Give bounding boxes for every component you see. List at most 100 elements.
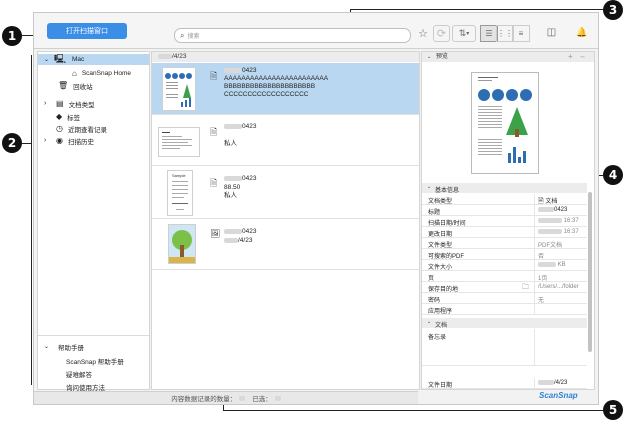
list-item-selected[interactable]: 🗎 0423 AAAAAAAAAAAAAAAAAAAAAAAA BBBBBBBB…	[152, 63, 419, 115]
callout-5: 5	[603, 400, 623, 420]
sidebar-item-label: Mac	[72, 56, 85, 63]
sidebar-item-history[interactable]: › ◉ 扫描历史	[38, 135, 94, 146]
property-value: /Users/.../folder	[538, 284, 579, 290]
sidebar-item-doc-type[interactable]: › ▤ 文档类型	[38, 98, 95, 109]
redacted-text	[274, 395, 281, 401]
memo-field[interactable]: 备忘录	[422, 329, 587, 366]
property-key: 应用程序	[428, 309, 453, 315]
sidebar-item-trash[interactable]: 🗑 回收站	[58, 80, 93, 91]
property-value: 无	[538, 298, 545, 304]
column-divider	[534, 205, 535, 215]
column-divider	[534, 249, 535, 259]
search-field[interactable]: ⌕ 搜索	[174, 28, 411, 43]
property-row-password: 密码 无	[422, 293, 587, 304]
details-panel: ⌄ 预览 + ↔ ⌄ 基本信息 文档类型 🗎 文档 标题 0423 扫描日期/时…	[421, 51, 595, 390]
pdf-file-icon: 🗎	[210, 178, 218, 188]
list-item[interactable]: 🖼 0423 /4/23	[152, 219, 419, 270]
list-item[interactable]: 🗎 0423 私人	[152, 115, 419, 166]
thumbnail-graphic	[162, 132, 192, 149]
sidebar-item-mac[interactable]: ⌄ 🖳 Mac	[38, 54, 149, 65]
preview-page[interactable]	[471, 72, 539, 174]
property-row-pages: 页 1页	[422, 271, 587, 282]
column-divider	[534, 216, 535, 226]
document-section-header[interactable]: ⌄ 文档	[422, 318, 587, 329]
column-divider	[534, 194, 535, 204]
expand-icon[interactable]: ↔	[579, 52, 586, 62]
sync-icon[interactable]: ⟳	[433, 25, 450, 42]
panel-scrollbar[interactable]	[588, 192, 592, 352]
notification-bell-icon[interactable]: 🔔	[575, 25, 589, 40]
column-divider	[534, 271, 535, 281]
property-value[interactable]: 0423	[538, 207, 567, 213]
column-divider	[534, 304, 535, 314]
chevron-down-icon[interactable]: ⌄	[427, 54, 431, 60]
document-section-label: 文档	[435, 323, 448, 329]
basic-info-header[interactable]: ⌄ 基本信息	[422, 183, 587, 194]
preview-pane-toggle-icon[interactable]: ◫	[544, 25, 559, 40]
photo-thumbnail[interactable]	[168, 224, 196, 264]
property-key: 更改日期	[428, 232, 453, 238]
callout-3: 3	[603, 0, 623, 20]
redacted-text	[538, 262, 556, 267]
open-scan-window-button[interactable]: 打开扫描窗口	[47, 23, 127, 39]
sidebar-item-help-manual[interactable]: ⌄ 帮助手册	[38, 341, 84, 352]
scansnap-home-window: 打开扫描窗口 ⌕ 搜索 ☆ ⟳ ⇅ ▾ ☰ ⋮⋮ ≡ ◫ 🔔 ⌄ 🖳 Mac ⌂ …	[33, 12, 599, 405]
chevron-down-icon: ▾	[466, 31, 470, 37]
sort-dropdown[interactable]: ⇅ ▾	[452, 25, 476, 42]
document-thumbnail[interactable]: Sample	[167, 170, 193, 216]
help-link-troubleshooting[interactable]: 疑难解答	[66, 368, 92, 379]
help-link-manual[interactable]: ScanSnap 帮助手册	[66, 355, 124, 366]
home-icon: ⌂	[72, 69, 77, 78]
list-date-header: /4/23	[152, 52, 419, 62]
tag-icon: ◆	[56, 112, 63, 121]
list-item[interactable]: Sample 🗎 0423 88.50 私人	[152, 166, 419, 219]
sidebar-item-label: 文档类型	[68, 101, 95, 109]
chevron-down-icon: ⌄	[427, 184, 432, 190]
record-count-label: 内容数据记录的数量：	[171, 396, 237, 403]
document-title: 0423	[224, 123, 256, 131]
document-thumbnail[interactable]	[158, 127, 200, 157]
sidebar-item-label: ScanSnap Home	[81, 70, 131, 77]
search-placeholder: 搜索	[187, 34, 200, 40]
chevron-down-icon[interactable]: ⌄	[44, 56, 54, 63]
chevron-down-icon[interactable]: ⌄	[44, 343, 58, 350]
sidebar-item-label: 扫描历史	[67, 138, 94, 146]
sort-icon: ⇅	[458, 28, 467, 38]
document-type-icon: ▤	[56, 99, 64, 108]
content-list: /4/23 🗎 0423 AAAAAAAAAAAAAAAAAAAAAAAA BB…	[151, 51, 420, 390]
redacted-text	[158, 53, 172, 59]
document-tag: 私人	[224, 192, 237, 199]
property-row-searchable-pdf: 可搜索的PDF 否	[422, 249, 587, 260]
preview-graphic	[478, 77, 532, 163]
column-divider	[534, 260, 535, 270]
callout-2: 2	[2, 133, 22, 153]
property-value[interactable]: /4/23	[538, 380, 567, 386]
thumbnail-graphic	[165, 73, 192, 107]
sidebar-item-tags[interactable]: ◆ 标签	[56, 111, 80, 122]
sidebar-item-recent[interactable]: ◷ 近期查看记录	[56, 123, 107, 134]
property-value: 否	[538, 254, 545, 260]
pdf-file-icon: 🗎	[210, 71, 218, 81]
property-key: 文档类型	[428, 199, 453, 205]
column-divider	[534, 238, 535, 248]
tree-photo-graphic	[169, 225, 195, 263]
search-icon: ⌕	[180, 30, 185, 40]
document-amount: 88.50	[224, 184, 241, 191]
redacted-text	[538, 218, 562, 223]
sidebar-item-scansnap-home[interactable]: ⌂ ScanSnap Home	[72, 68, 131, 79]
chevron-right-icon[interactable]: ›	[44, 137, 56, 144]
callout-2-bracket	[31, 55, 32, 385]
column-divider	[534, 282, 535, 292]
property-row-doc-date: 文件日期 /4/23	[422, 378, 587, 389]
sidebar-item-label: 帮助手册	[58, 344, 84, 352]
redacted-text	[224, 237, 238, 243]
view-list-icon[interactable]: ≡	[512, 25, 530, 42]
sidebar-item-label: 近期查看记录	[67, 126, 107, 134]
property-key: 扫描日期/时间	[428, 221, 466, 227]
chevron-right-icon[interactable]: ›	[44, 100, 56, 107]
property-key: 文件大小	[428, 265, 453, 271]
property-row-doc-type: 文档类型 🗎 文档	[422, 194, 587, 205]
add-icon[interactable]: +	[568, 52, 573, 62]
document-thumbnail[interactable]	[162, 67, 196, 111]
bookmark-icon[interactable]: ☆	[416, 26, 430, 40]
